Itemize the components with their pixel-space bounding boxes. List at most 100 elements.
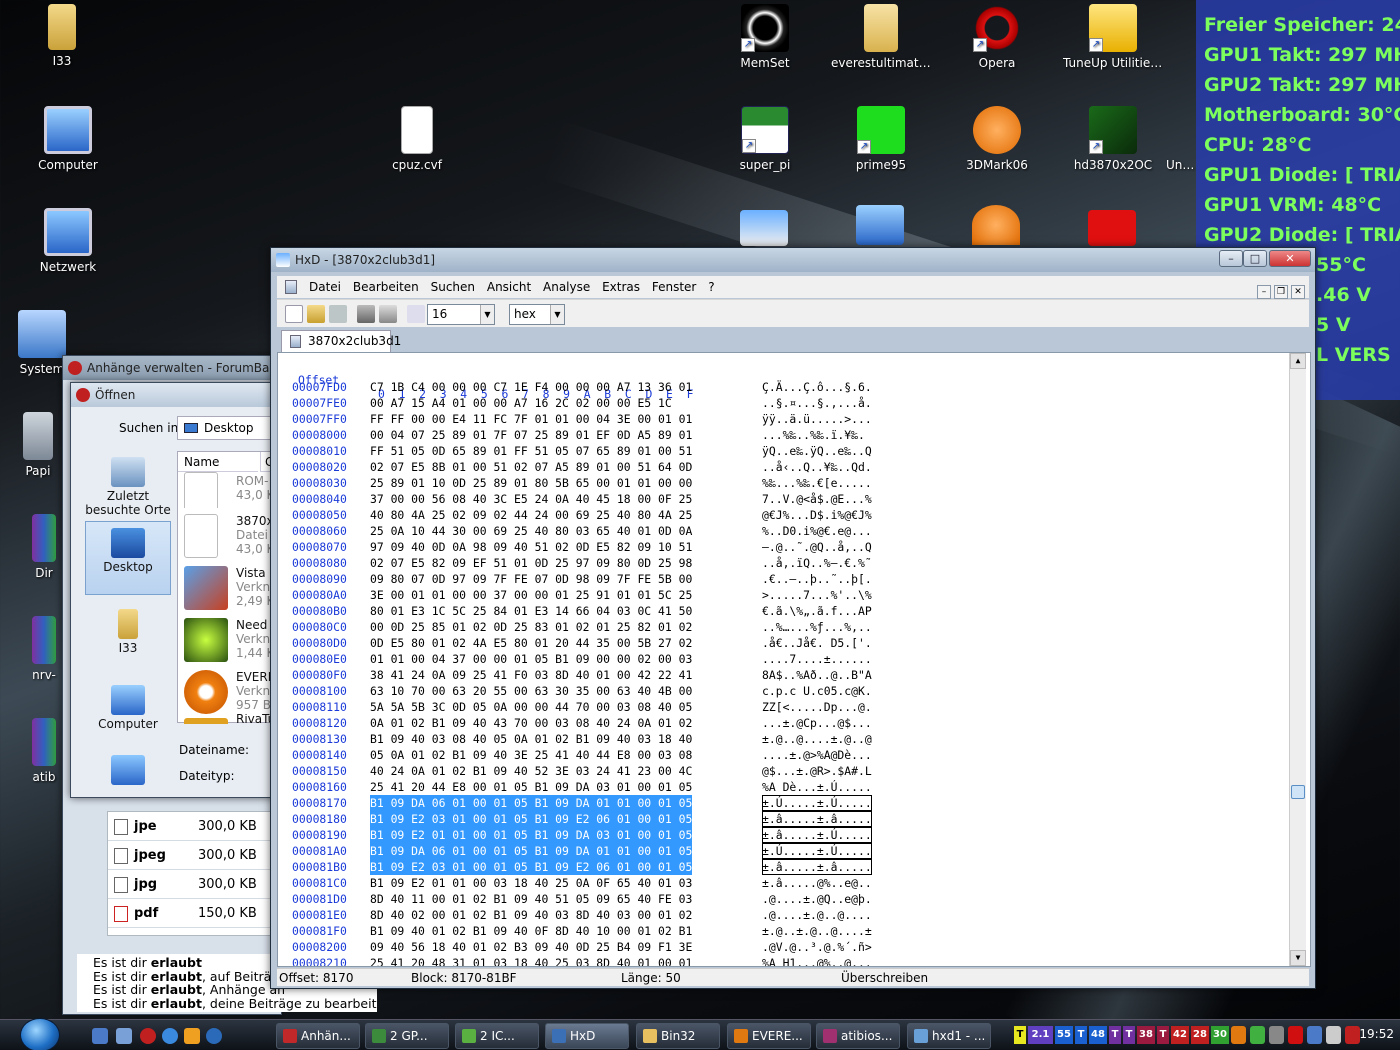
forum-window-titlebar[interactable]: Anhänge verwalten - ForumBase <box>63 356 281 380</box>
hex-row[interactable]: 00008120 0A 01 02 B1 09 40 43 70 00 03 08… <box>278 715 1288 731</box>
desktop-icon-opera[interactable]: ↗ Opera <box>947 4 1047 70</box>
scroll-thumb[interactable] <box>1291 785 1305 799</box>
tray-indicator[interactable]: T <box>1157 1026 1169 1044</box>
desktop-icon-memset[interactable]: ↗ MemSet <box>715 4 815 70</box>
place-i33[interactable]: I33 <box>85 603 171 655</box>
hex-row[interactable]: 00008010 FF 51 05 0D 65 89 01 FF 51 05 07… <box>278 443 1288 459</box>
ati-tray-icon[interactable] <box>1288 1026 1303 1044</box>
tray-indicator[interactable]: T <box>1014 1026 1026 1044</box>
hxd-titlebar[interactable]: HxD - [3870x2club3d1] – □ ✕ <box>271 248 1315 272</box>
row-bytes[interactable]: 25 41 20 44 E8 00 01 05 B1 09 DA 03 01 0… <box>370 779 692 795</box>
bytes-per-row-select[interactable]: 16 ▼ <box>427 304 495 325</box>
show-desktop-icon[interactable] <box>92 1028 108 1044</box>
row-bytes[interactable]: 09 80 07 0D 97 09 7F FE 07 0D 98 09 7F F… <box>370 571 692 587</box>
maximize-button[interactable]: □ <box>1243 250 1267 267</box>
row-bytes[interactable]: 63 10 70 00 63 20 55 00 63 30 35 00 63 4… <box>370 683 692 699</box>
taskbar-button[interactable]: Bin32 <box>636 1023 720 1049</box>
save-icon[interactable] <box>329 305 347 323</box>
row-ascii[interactable]: ±.â.....±.â..... <box>762 811 872 827</box>
list-item[interactable]: RivaTu <box>178 714 278 724</box>
hex-row[interactable]: 00008130 B1 09 40 03 08 40 05 0A 01 02 B1… <box>278 731 1288 747</box>
row-bytes[interactable]: B1 09 DA 06 01 00 01 05 B1 09 DA 01 01 0… <box>370 795 693 811</box>
hex-row[interactable]: 00008100 63 10 70 00 63 20 55 00 63 30 35… <box>278 683 1288 699</box>
row-ascii[interactable]: %‰...%‰.€[e..... <box>762 475 872 491</box>
place-desktop[interactable]: Desktop <box>85 521 171 595</box>
row-ascii[interactable]: >.....7...%'..\% <box>762 587 872 603</box>
menu-analyse[interactable]: Analyse <box>543 280 590 294</box>
row-ascii[interactable]: ±.Ú.....±.Ú..... <box>762 843 872 859</box>
mdi-restore-button[interactable]: ❐ <box>1274 285 1288 299</box>
scroll-down-button[interactable]: ▼ <box>1290 950 1306 966</box>
hex-row[interactable]: 00008060 25 0A 10 44 30 00 69 25 40 80 03… <box>278 523 1288 539</box>
antivirus-icon[interactable] <box>1345 1026 1360 1044</box>
row-bytes[interactable]: 25 41 20 48 31 01 03 18 40 25 03 8D 40 0… <box>370 955 692 966</box>
tray-indicator[interactable]: 48 <box>1089 1026 1107 1044</box>
taskbar-button[interactable]: atibios... <box>816 1023 900 1049</box>
row-ascii[interactable]: ±.@..±.@..@....± <box>762 923 872 939</box>
row-bytes[interactable]: FF FF 00 00 E4 11 FC 7F 01 01 00 04 3E 0… <box>370 411 692 427</box>
taskbar-button[interactable]: hxd1 - ... <box>907 1023 991 1049</box>
column-header-name[interactable]: Name <box>178 452 258 472</box>
disk-editor-icon[interactable] <box>379 305 397 323</box>
hex-row[interactable]: 000080A0 3E 00 01 01 00 00 37 00 00 01 25… <box>278 587 1288 603</box>
hex-row[interactable]: 000081B0 B1 09 E2 03 01 00 01 05 B1 09 E2… <box>278 859 1288 875</box>
row-bytes[interactable]: 25 89 01 10 0D 25 89 01 80 5B 65 00 01 0… <box>370 475 692 491</box>
clover-icon[interactable] <box>1250 1026 1265 1044</box>
tray-indicator[interactable]: T <box>1109 1026 1121 1044</box>
row-bytes[interactable]: 40 80 4A 25 02 09 02 44 24 00 69 25 40 8… <box>370 507 692 523</box>
taskbar-button[interactable]: EVERE... <box>727 1023 811 1049</box>
info-icon[interactable] <box>1231 1026 1246 1044</box>
taskbar-button[interactable]: HxD <box>545 1023 629 1049</box>
hex-row[interactable]: 00008000 00 04 07 25 89 01 7F 07 25 89 01… <box>278 427 1288 443</box>
look-in-select[interactable]: Desktop <box>177 416 277 440</box>
row-ascii[interactable]: ..§.¤...§.,...å. <box>762 395 872 411</box>
row-ascii[interactable]: €.ã.\%„.ã.f...AP <box>762 603 872 619</box>
internet-explorer-icon[interactable] <box>162 1028 178 1044</box>
row-ascii[interactable]: ÿQ..e‰.ÿQ..e‰..Q <box>762 443 872 459</box>
row-ascii[interactable]: @€J%...D$.i%@€J% <box>762 507 872 523</box>
desktop-icon-hd3870[interactable]: ↗ hd3870x2OC <box>1063 106 1163 172</box>
hex-row[interactable]: 000080B0 80 01 E3 1C 5C 25 84 01 E3 14 66… <box>278 603 1288 619</box>
hex-row[interactable]: 00008210 25 41 20 48 31 01 03 18 40 25 03… <box>278 955 1288 966</box>
list-item[interactable]: EVERE Verknü 957 By <box>178 666 278 718</box>
tab-3870x2club3d1[interactable]: 3870x2club3d1 <box>281 330 401 352</box>
row-ascii[interactable]: %..D0.i%@€.e@... <box>762 523 872 539</box>
row-bytes[interactable]: 09 40 56 18 40 01 02 B3 09 40 0D 25 B4 0… <box>370 939 692 955</box>
row-ascii[interactable]: ±.â.....±.Ú..... <box>762 827 872 843</box>
row-ascii[interactable]: ZZ[<.....Dp...@. <box>762 699 872 715</box>
row-ascii[interactable]: ...±.@Cp...@$... <box>762 715 872 731</box>
hex-row[interactable]: 000080E0 01 01 00 04 37 00 00 01 05 B1 09… <box>278 651 1288 667</box>
switch-windows-icon[interactable] <box>116 1028 132 1044</box>
row-bytes[interactable]: 25 0A 10 44 30 00 69 25 40 80 03 65 40 0… <box>370 523 692 539</box>
tray-indicator[interactable]: 55 <box>1055 1026 1073 1044</box>
hex-row[interactable]: 000081A0 B1 09 DA 06 01 00 01 05 B1 09 DA… <box>278 843 1288 859</box>
row-ascii[interactable]: .€..—..þ..˜..þ[. <box>762 571 872 587</box>
scroll-up-button[interactable]: ▲ <box>1290 353 1306 369</box>
hex-row[interactable]: 00008170 B1 09 DA 06 01 00 01 05 B1 09 DA… <box>278 795 1288 811</box>
hex-row[interactable]: 000081C0 B1 09 E2 01 01 00 03 18 40 25 0A… <box>278 875 1288 891</box>
row-ascii[interactable]: ..å‚.ïQ..%—.€.%˜ <box>762 555 872 571</box>
hex-row[interactable]: 000081E0 8D 40 02 00 01 02 B1 09 40 03 8D… <box>278 907 1288 923</box>
clock[interactable]: 19:52 <box>1359 1027 1394 1041</box>
row-ascii[interactable]: ....±.@>%A@Dè... <box>762 747 872 763</box>
menu-datei[interactable]: Datei <box>309 280 341 294</box>
row-bytes[interactable]: 02 07 E5 82 09 EF 51 01 0D 25 97 09 80 0… <box>370 555 692 571</box>
hex-row[interactable]: 00008190 B1 09 E2 01 01 00 01 05 B1 09 DA… <box>278 827 1288 843</box>
row-ascii[interactable]: Ç.Ä...Ç.ô...§.6. <box>762 379 872 395</box>
row-bytes[interactable]: 5A 5A 5B 3C 0D 05 0A 00 00 44 70 00 03 0… <box>370 699 692 715</box>
hex-row[interactable]: 00008140 05 0A 01 02 B1 09 40 3E 25 41 40… <box>278 747 1288 763</box>
list-item[interactable]: Vista M Verknü 2,49 KB <box>178 562 278 614</box>
hex-row[interactable]: 00008020 02 07 E5 8B 01 00 51 02 07 A5 89… <box>278 459 1288 475</box>
row-ascii[interactable]: ±.Ú.....±.Ú..... <box>762 795 872 811</box>
menu-suchen[interactable]: Suchen <box>431 280 475 294</box>
hex-row[interactable]: 00008110 5A 5A 5B 3C 0D 05 0A 00 00 44 70… <box>278 699 1288 715</box>
desktop-icon-tuneup[interactable]: ↗ TuneUp Utilities 2008 <box>1063 4 1163 70</box>
new-file-icon[interactable] <box>285 305 303 323</box>
hex-row[interactable]: 00008040 37 00 00 56 08 40 3C E5 24 0A 40… <box>278 491 1288 507</box>
opera-icon[interactable] <box>140 1028 156 1044</box>
row-bytes[interactable]: 05 0A 01 02 B1 09 40 3E 25 41 40 44 E8 0… <box>370 747 692 763</box>
place-computer[interactable]: Computer <box>85 679 171 731</box>
desktop-icon-cpuz[interactable]: cpuz.cvf <box>367 106 467 172</box>
list-item[interactable]: Need f Verknü 1,44 KB <box>178 614 278 666</box>
hex-row[interactable]: 00007FD0 C7 1B C4 00 00 00 C7 1E F4 00 00… <box>278 379 1288 395</box>
